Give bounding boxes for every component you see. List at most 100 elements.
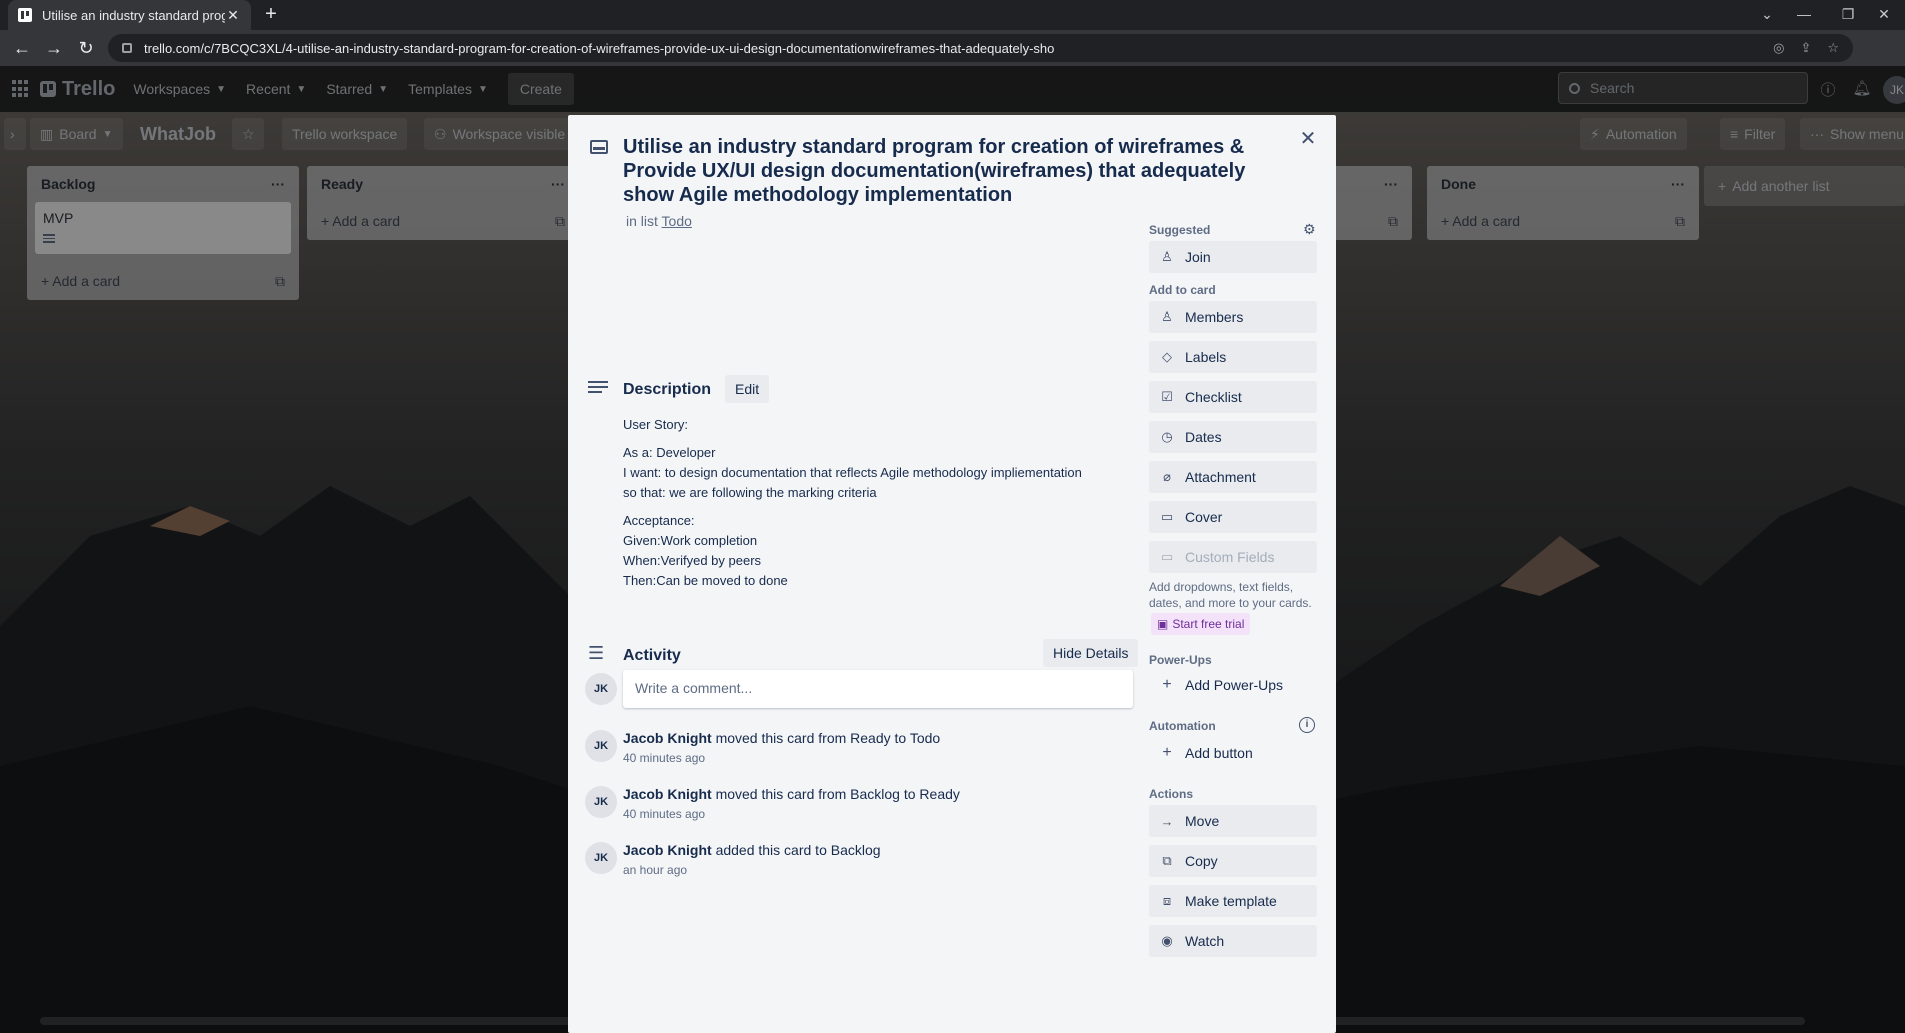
acceptance-label: Acceptance: (623, 513, 695, 528)
comment-input[interactable]: Write a comment... (623, 670, 1133, 708)
activity-time[interactable]: 40 minutes ago (623, 751, 705, 765)
arrow-right-icon: → (1160, 813, 1174, 829)
as-a-line: As a: Developer (623, 445, 716, 460)
url-input[interactable]: trello.com/c/7BCQC3XL/4-utilise-an-indus… (108, 34, 1853, 62)
eye-off-icon[interactable]: ◎ (1773, 40, 1784, 56)
settings-gear-icon[interactable]: ⚙ (1303, 221, 1316, 238)
powerups-label: Power-Ups (1149, 653, 1212, 667)
checklist-button[interactable]: ☑ Checklist (1149, 381, 1317, 413)
browser-tab[interactable]: Utilise an industry standard prog ✕ (8, 0, 251, 30)
share-icon[interactable]: ⇪ (1800, 40, 1811, 56)
tab-title: Utilise an industry standard prog (42, 7, 225, 23)
card-icon (590, 140, 608, 154)
attachment-label: Attachment (1185, 469, 1256, 485)
activity-time[interactable]: an hour ago (623, 863, 687, 877)
watch-button[interactable]: ◉ Watch (1149, 925, 1317, 957)
clock-icon: ◷ (1161, 429, 1173, 444)
back-icon[interactable]: ← (8, 34, 36, 62)
plus-icon: + (1162, 744, 1172, 761)
description-heading: Description (623, 381, 712, 398)
forward-icon[interactable]: → (40, 34, 68, 62)
lock-icon (122, 43, 132, 53)
bookmark-star-icon[interactable]: ☆ (1827, 40, 1839, 56)
card-title[interactable]: Utilise an industry standard program for… (623, 135, 1283, 207)
activity-user[interactable]: Jacob Knight (623, 786, 712, 802)
start-free-trial-button[interactable]: ▣ Start free trial (1151, 613, 1251, 635)
trello-favicon-icon (18, 8, 32, 22)
address-bar-area: ← → ↻ trello.com/c/7BCQC3XL/4-utilise-an… (0, 30, 1905, 66)
template-icon: ⧈ (1162, 893, 1172, 908)
card-detail-modal: ✕ Utilise an industry standard program f… (568, 115, 1336, 1033)
activity-action: added this card to Backlog (715, 842, 881, 858)
info-icon[interactable]: i (1299, 717, 1315, 733)
i-want-line: I want: to design documentation that ref… (623, 465, 1082, 480)
user-story-label: User Story: (623, 417, 689, 432)
checkbox-icon: ☑ (1161, 389, 1173, 404)
avatar[interactable]: JK (585, 730, 617, 762)
avatar[interactable]: JK (585, 786, 617, 818)
when-line: When:Verifyed by peers (623, 553, 762, 568)
automation-label: Automation (1149, 719, 1216, 733)
avatar[interactable]: JK (585, 842, 617, 874)
tab-close-icon[interactable]: ✕ (225, 7, 241, 24)
add-button-label: Add button (1185, 745, 1253, 761)
attachment-button[interactable]: ⌀ Attachment (1149, 461, 1317, 493)
hide-details-button[interactable]: Hide Details (1043, 639, 1139, 667)
custom-fields-help: Add dropdowns, text fields, dates, and m… (1149, 580, 1312, 610)
given-line: Given:Work completion (623, 533, 758, 548)
join-label: Join (1185, 249, 1211, 265)
avatar[interactable]: JK (585, 673, 617, 705)
description-body[interactable]: User Story: As a: Developer I want: to d… (623, 415, 1143, 591)
custom-fields-button[interactable]: ▭ Custom Fields (1149, 541, 1317, 573)
add-powerups-button[interactable]: + Add Power-Ups (1149, 669, 1317, 701)
make-template-button[interactable]: ⧈ Make template (1149, 885, 1317, 917)
then-line: Then:Can be moved to done (623, 573, 788, 588)
move-button[interactable]: → Move (1149, 805, 1317, 837)
watch-label: Watch (1185, 933, 1225, 949)
dates-label: Dates (1185, 429, 1222, 445)
custom-fields-label: Custom Fields (1185, 549, 1275, 565)
activity-time[interactable]: 40 minutes ago (623, 807, 705, 821)
members-button[interactable]: ♙ Members (1149, 301, 1317, 333)
close-window-icon[interactable]: ✕ (1862, 0, 1905, 30)
minimize-icon[interactable]: — (1782, 0, 1826, 30)
activity-icon: ☰ (588, 643, 605, 663)
add-button-button[interactable]: + Add button (1149, 737, 1317, 769)
reload-icon[interactable]: ↻ (72, 34, 100, 62)
add-powerups-label: Add Power-Ups (1185, 677, 1284, 693)
join-button[interactable]: ♙ Join (1149, 241, 1317, 273)
custom-fields-icon: ▭ (1160, 549, 1174, 564)
suggested-label: Suggested (1149, 223, 1211, 237)
add-to-card-label: Add to card (1149, 283, 1216, 297)
person-icon: ♙ (1161, 249, 1173, 264)
actions-label: Actions (1149, 787, 1194, 801)
cover-icon: ▭ (1160, 509, 1174, 524)
new-tab-button[interactable]: + (258, 2, 284, 28)
copy-icon: ⧉ (1162, 853, 1172, 868)
activity-user[interactable]: Jacob Knight (623, 842, 712, 858)
labels-label: Labels (1185, 349, 1227, 365)
person-icon: ♙ (1161, 309, 1173, 324)
cover-label: Cover (1185, 509, 1223, 525)
checklist-label: Checklist (1185, 389, 1242, 405)
so-that-line: so that: we are following the marking cr… (623, 485, 877, 500)
members-label: Members (1185, 309, 1244, 325)
activity-action: moved this card from Ready to Todo (715, 730, 941, 746)
gift-icon: ▣ (1157, 617, 1169, 631)
activity-user[interactable]: Jacob Knight (623, 730, 712, 746)
cover-button[interactable]: ▭ Cover (1149, 501, 1317, 533)
edit-description-button[interactable]: Edit (725, 375, 770, 403)
copy-button[interactable]: ⧉ Copy (1149, 845, 1317, 877)
start-trial-label: Start free trial (1172, 617, 1245, 631)
description-icon (588, 381, 608, 397)
move-label: Move (1185, 813, 1220, 829)
url-text: trello.com/c/7BCQC3XL/4-utilise-an-indus… (144, 40, 1055, 56)
labels-button[interactable]: ◇ Labels (1149, 341, 1317, 373)
close-icon[interactable]: ✕ (1296, 127, 1320, 151)
make-template-label: Make template (1185, 893, 1277, 909)
paperclip-icon: ⌀ (1163, 469, 1171, 484)
activity-heading: Activity (623, 647, 681, 664)
list-link[interactable]: Todo (662, 213, 692, 229)
dates-button[interactable]: ◷ Dates (1149, 421, 1317, 453)
plus-icon: + (1162, 676, 1172, 693)
